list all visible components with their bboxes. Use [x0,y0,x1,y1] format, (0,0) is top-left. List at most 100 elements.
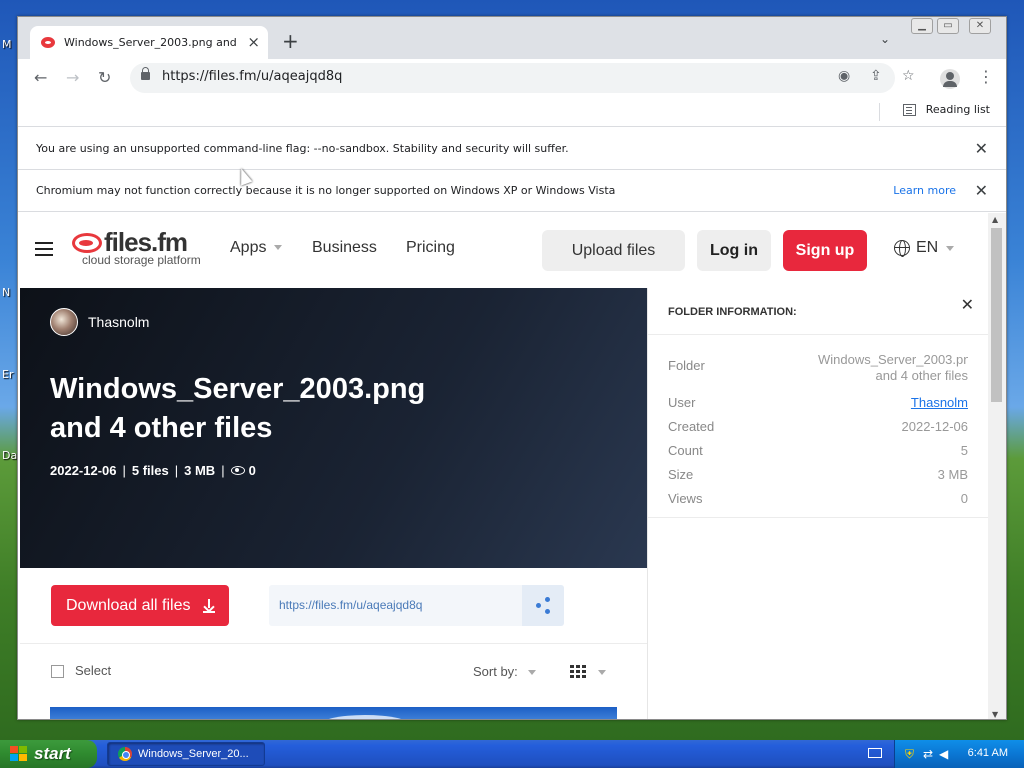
file-thumbnail[interactable] [50,707,617,719]
page-scrollbar[interactable]: ▲ ▼ [988,213,1006,719]
infobar-xp-text: Chromium may not function correctly beca… [36,184,616,197]
bookmark-star-icon[interactable]: ☆ [902,68,915,84]
file-list-controls: Select Sort by: [20,644,647,694]
tab-active[interactable]: Windows_Server_2003.png and 4 other file… [30,26,268,59]
scroll-down-arrow-icon[interactable]: ▼ [992,710,998,719]
files-fm-favicon-icon [41,37,55,48]
keyboard-icon[interactable] [868,748,882,758]
site-header: files.fm cloud storage platform Apps Bus… [18,213,988,288]
taskbar-window-title: Windows_Server_20... [138,748,249,760]
info-row-folder: Folder Windows_Server_2003.png and 4 oth… [668,352,968,386]
tab-close-icon[interactable]: × [247,34,260,50]
close-icon[interactable]: ✕ [975,139,988,158]
taskbar-window-button[interactable]: Windows_Server_20... [107,742,265,766]
select-label[interactable]: Select [75,663,111,678]
address-bar-url[interactable]: https://files.fm/u/aqeajqd8q [162,69,342,84]
tab-strip: Windows_Server_2003.png and 4 other file… [18,17,1006,59]
windows-flag-icon [10,746,28,762]
globe-icon [894,240,910,257]
volume-icon[interactable]: ◀ [939,747,948,761]
owner-username[interactable]: Thasnolm [88,314,149,330]
info-user-link[interactable]: Thasnolm [911,395,968,410]
browser-window: Windows_Server_2003.png and 4 other file… [17,16,1007,720]
eye-icon [230,466,245,475]
web-page: files.fm cloud storage platform Apps Bus… [18,213,988,719]
close-icon[interactable]: ✕ [975,181,988,200]
desktop-icon-label[interactable]: M [2,38,12,51]
desktop-icon-label[interactable]: Da [2,449,17,462]
folder-title: Windows_Server_2003.png and 4 other file… [50,373,426,444]
profile-avatar-icon[interactable] [940,69,960,89]
sort-by-label: Sort by: [473,664,518,679]
select-all-checkbox[interactable] [51,665,64,678]
back-arrow-icon[interactable]: ← [34,68,47,88]
log-in-button[interactable]: Log in [697,230,771,271]
chevron-down-icon[interactable] [598,670,606,675]
minimize-icon[interactable]: ▁ [911,18,933,34]
panel-heading: FOLDER INFORMATION: [668,306,797,318]
info-key: Folder [668,358,705,373]
infobar-unsupported-os: Chromium may not function correctly beca… [18,170,1006,212]
maximize-icon[interactable]: ▭ [937,18,959,34]
tab-search-chevron-icon[interactable]: ⌄ [880,32,890,46]
close-window-icon[interactable]: ✕ [969,18,991,34]
folder-meta: 2022-12-06 | 5 files | 3 MB | 0 [50,463,256,478]
hamburger-menu-icon[interactable] [35,242,53,256]
download-all-button[interactable]: Download all files [51,585,229,626]
info-value: Windows_Server_2003.png and 4 other file… [818,352,968,383]
reading-list-icon [902,103,916,116]
menu-kebab-icon[interactable]: ⋮ [978,67,994,86]
clock[interactable]: 6:41 AM [968,747,1008,759]
network-icon[interactable]: ⇄ [923,747,933,761]
address-bar[interactable]: https://files.fm/u/aqeajqd8q ◉ ⇪ ☆ [130,63,915,93]
nav-pricing[interactable]: Pricing [406,239,455,257]
share-icon[interactable]: ⇪ [870,68,882,84]
scroll-up-arrow-icon[interactable]: ▲ [992,215,998,224]
nav-apps-label: Apps [230,239,267,256]
nav-business[interactable]: Business [312,239,377,257]
action-bar: Download all files https://files.fm/u/aq… [20,568,647,643]
chevron-down-icon [946,245,955,251]
forward-arrow-icon[interactable]: → [66,68,79,88]
sort-by-dropdown[interactable]: Sort by: [473,664,536,679]
meta-size: 3 MB [184,463,216,478]
language-label: EN [916,239,939,256]
eye-slash-icon[interactable]: ◉ [838,68,850,84]
reload-icon[interactable]: ↻ [98,68,111,88]
upload-files-button[interactable]: Upload files [542,230,685,271]
folder-hero: Thasnolm Windows_Server_2003.png and 4 o… [20,288,647,568]
divider [878,103,880,121]
chevron-down-icon [274,245,283,251]
sign-up-button[interactable]: Sign up [783,230,867,271]
infobar-sandbox: You are using an unsupported command-lin… [18,128,1006,170]
language-selector[interactable]: EN [894,239,955,257]
system-tray: ⛨ ⇄ ◀ 6:41 AM [894,740,1024,768]
logo-tagline: cloud storage platform [82,253,201,267]
reading-list-button[interactable]: Reading list [878,103,990,121]
lock-icon[interactable] [141,67,150,80]
share-icon [545,609,550,614]
tab-title: Windows_Server_2003.png and 4 other file… [64,36,240,49]
start-button[interactable]: start [0,740,97,768]
info-value: 2022-12-06 [901,419,969,434]
new-tab-icon[interactable]: + [282,31,299,51]
avatar[interactable] [50,308,78,336]
security-shield-icon[interactable]: ⛨ [905,747,914,762]
share-link-field[interactable]: https://files.fm/u/aqeajqd8q [269,585,564,626]
desktop-icon-label[interactable]: Er [2,368,13,381]
meta-separator: | [174,463,179,478]
nav-apps[interactable]: Apps [230,239,283,257]
share-link-url[interactable]: https://files.fm/u/aqeajqd8q [279,598,422,612]
close-icon[interactable]: ✕ [961,295,974,314]
desktop-icon-label[interactable]: N [2,286,10,299]
divider [648,517,988,518]
meta-date: 2022-12-06 [50,463,117,478]
infobar-sandbox-text: You are using an unsupported command-lin… [36,142,569,155]
taskbar: start Windows_Server_20... ⛨ ⇄ ◀ 6:41 AM [0,740,1024,768]
learn-more-link[interactable]: Learn more [893,184,956,197]
info-key: User [668,395,696,410]
scrollbar-thumb[interactable] [991,228,1002,402]
grid-view-icon[interactable] [570,665,586,678]
download-icon [202,598,215,613]
share-button[interactable] [522,585,564,626]
